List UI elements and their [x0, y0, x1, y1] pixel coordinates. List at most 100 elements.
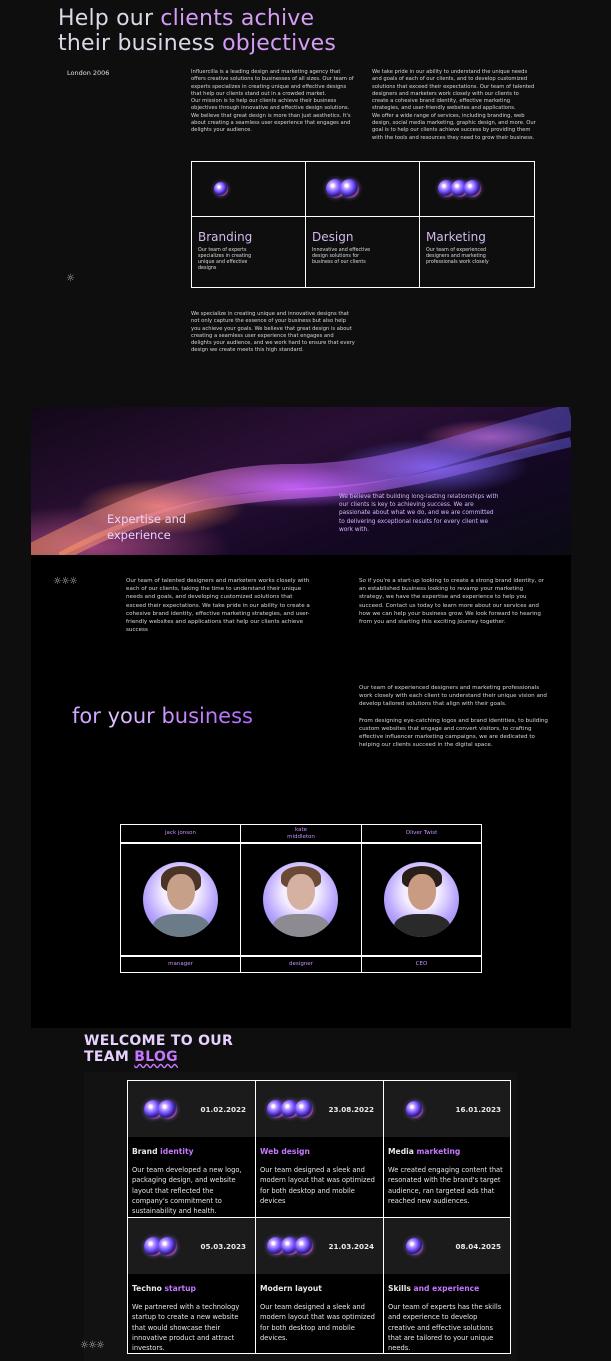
team-photo-cell [361, 843, 482, 956]
tagline: for your business [72, 704, 253, 728]
service-name: Branding [198, 230, 253, 244]
side-paragraph: Our team of experienced designers and ma… [359, 685, 547, 708]
about-right-text: So if you're a start-up looking to creat… [359, 578, 544, 626]
blog-card-title[interactable]: Skills and experience [388, 1284, 479, 1293]
about-side-text: Our team of experienced designers and ma… [359, 684, 551, 749]
team-member-role: manager [168, 961, 193, 968]
blog-card[interactable]: 08.04.2025 Skills and experience Our tea… [383, 1217, 511, 1354]
team-role-cell: CEO [361, 956, 482, 973]
team-table: jack jonson kate middleton Oliver Twist … [120, 824, 482, 974]
title-part: Media [388, 1147, 417, 1156]
title-part: Skills [388, 1284, 414, 1293]
blog-card-title[interactable]: Web design [260, 1147, 310, 1156]
title-highlight: and experience [413, 1284, 480, 1293]
title-highlight: identity [160, 1147, 194, 1156]
team-member-name: kate middleton [287, 827, 315, 840]
blog-title-line: WELCOME TO OUR [84, 1033, 234, 1049]
blog-date: 23.08.2022 [328, 1105, 374, 1114]
blog-date: 16.01.2023 [455, 1105, 501, 1114]
service-desc: Our team of experienced designers and ma… [426, 248, 489, 265]
blog-card[interactable]: 23.08.2022 Web design Our team designed … [255, 1080, 384, 1218]
tagline-highlight: your business [107, 704, 253, 728]
blog-title: WELCOME TO OUR TEAM BLOG [84, 1033, 233, 1065]
team-member-role: CEO [415, 961, 428, 968]
team-role-cell: designer [240, 956, 362, 973]
blog-card-body: Our team of experts has the skills and e… [388, 1303, 502, 1353]
service-desc: Innovative and effective design solution… [312, 248, 371, 265]
blog-title-highlight: BLOG [134, 1049, 178, 1065]
headline-part: Help our [58, 6, 161, 31]
team-role-cell: manager [120, 956, 241, 973]
headline-highlight: clients achive [160, 6, 315, 31]
blog-date: 21.03.2024 [328, 1242, 374, 1251]
orb-icon [214, 182, 228, 196]
team-name-cell: jack jonson [120, 824, 241, 843]
orb-icon [464, 180, 481, 197]
blog-card[interactable]: 01.02.2022 Brand identity Our team devel… [127, 1080, 256, 1218]
team-member-name: Oliver Twist [405, 830, 438, 837]
blog-card-title[interactable]: Brand identity [132, 1147, 194, 1156]
orb-icon [295, 1100, 313, 1118]
gear-cluster-icon: ☼☼☼ [53, 576, 78, 587]
team-photo-cell [240, 843, 362, 956]
team-member-role: designer [289, 961, 313, 968]
blog-card-body: Our team designed a sleek and modern lay… [260, 1166, 375, 1205]
banner-title-line: experience [107, 528, 171, 542]
banner-title: Expertise and experience [107, 511, 186, 543]
service-card-marketing[interactable]: Marketing Our team of experienced design… [420, 162, 534, 287]
services-grid: Branding Our team of experts specializes… [191, 161, 535, 288]
service-name: Marketing [426, 230, 486, 244]
headline-part: their business [58, 31, 223, 56]
title-part: Modern layout [260, 1284, 322, 1293]
outro-text: We specialize in creating unique and inn… [191, 311, 355, 354]
blog-date: 05.03.2023 [200, 1242, 246, 1251]
blog-card-body: We partnered with a technology startup t… [132, 1303, 240, 1353]
location-label: London 2006 [67, 69, 110, 77]
title-part: Web design [260, 1147, 310, 1156]
blog-title-part: TEAM [84, 1049, 135, 1065]
blog-card[interactable]: 16.01.2023 Media marketing We created en… [383, 1080, 511, 1218]
about-left-text: Our team of talented designers and marke… [126, 578, 310, 634]
hero-headline: Help our clients achive their business o… [58, 6, 336, 56]
team-photo-cell [120, 843, 241, 956]
blog-card-title[interactable]: Media marketing [388, 1147, 460, 1156]
avatar[interactable] [384, 862, 459, 937]
title-highlight: marketing [416, 1147, 461, 1156]
blog-card-title[interactable]: Modern layout [260, 1284, 322, 1293]
intro-right-text: We take pride in our ability to understa… [372, 69, 536, 141]
orb-icon [295, 1237, 313, 1255]
hero-banner: Expertise and experience We believe that… [31, 407, 571, 555]
orb-icon [406, 1101, 423, 1118]
orb-icon [340, 179, 359, 198]
blog-card-body: We created engaging content that resonat… [388, 1166, 503, 1205]
title-highlight: startup [164, 1284, 197, 1293]
orb-icon [158, 1100, 177, 1119]
service-name: Design [312, 230, 354, 244]
blog-date: 08.04.2025 [455, 1242, 501, 1251]
blog-card[interactable]: 05.03.2023 Techno startup We partnered w… [127, 1217, 256, 1354]
gear-icon: ☼ [66, 273, 75, 284]
team-name-cell: Oliver Twist [361, 824, 482, 843]
team-name-cell: kate middleton [240, 824, 362, 843]
banner-title-line: Expertise and [107, 512, 187, 526]
orb-icon [406, 1238, 423, 1255]
tagline-part: for [72, 704, 108, 728]
side-paragraph: From designing eye-catching logos and br… [359, 717, 548, 749]
blog-card[interactable]: 21.03.2024 Modern layout Our team design… [255, 1217, 384, 1354]
title-part: Brand [132, 1147, 161, 1156]
avatar[interactable] [143, 862, 218, 937]
blog-card-body: Our team designed a sleek and modern lay… [260, 1303, 375, 1342]
avatar[interactable] [263, 862, 338, 937]
blog-card-title[interactable]: Techno startup [132, 1284, 196, 1293]
headline-highlight: objectives [222, 31, 337, 56]
banner-text: We believe that building long-lasting re… [339, 494, 499, 533]
team-member-name: jack jonson [165, 830, 196, 837]
blog-date: 01.02.2022 [200, 1105, 246, 1114]
service-card-design[interactable]: Design Innovative and effective design s… [306, 162, 420, 287]
service-desc: Our team of experts specializes in creat… [198, 248, 252, 271]
title-part: Techno [132, 1284, 165, 1293]
intro-left-text: Influercilla is a leading design and mar… [191, 69, 354, 134]
orb-icon [158, 1237, 177, 1256]
service-card-branding[interactable]: Branding Our team of experts specializes… [192, 162, 306, 287]
gear-cluster-icon: ☼☼☼ [80, 1340, 105, 1351]
